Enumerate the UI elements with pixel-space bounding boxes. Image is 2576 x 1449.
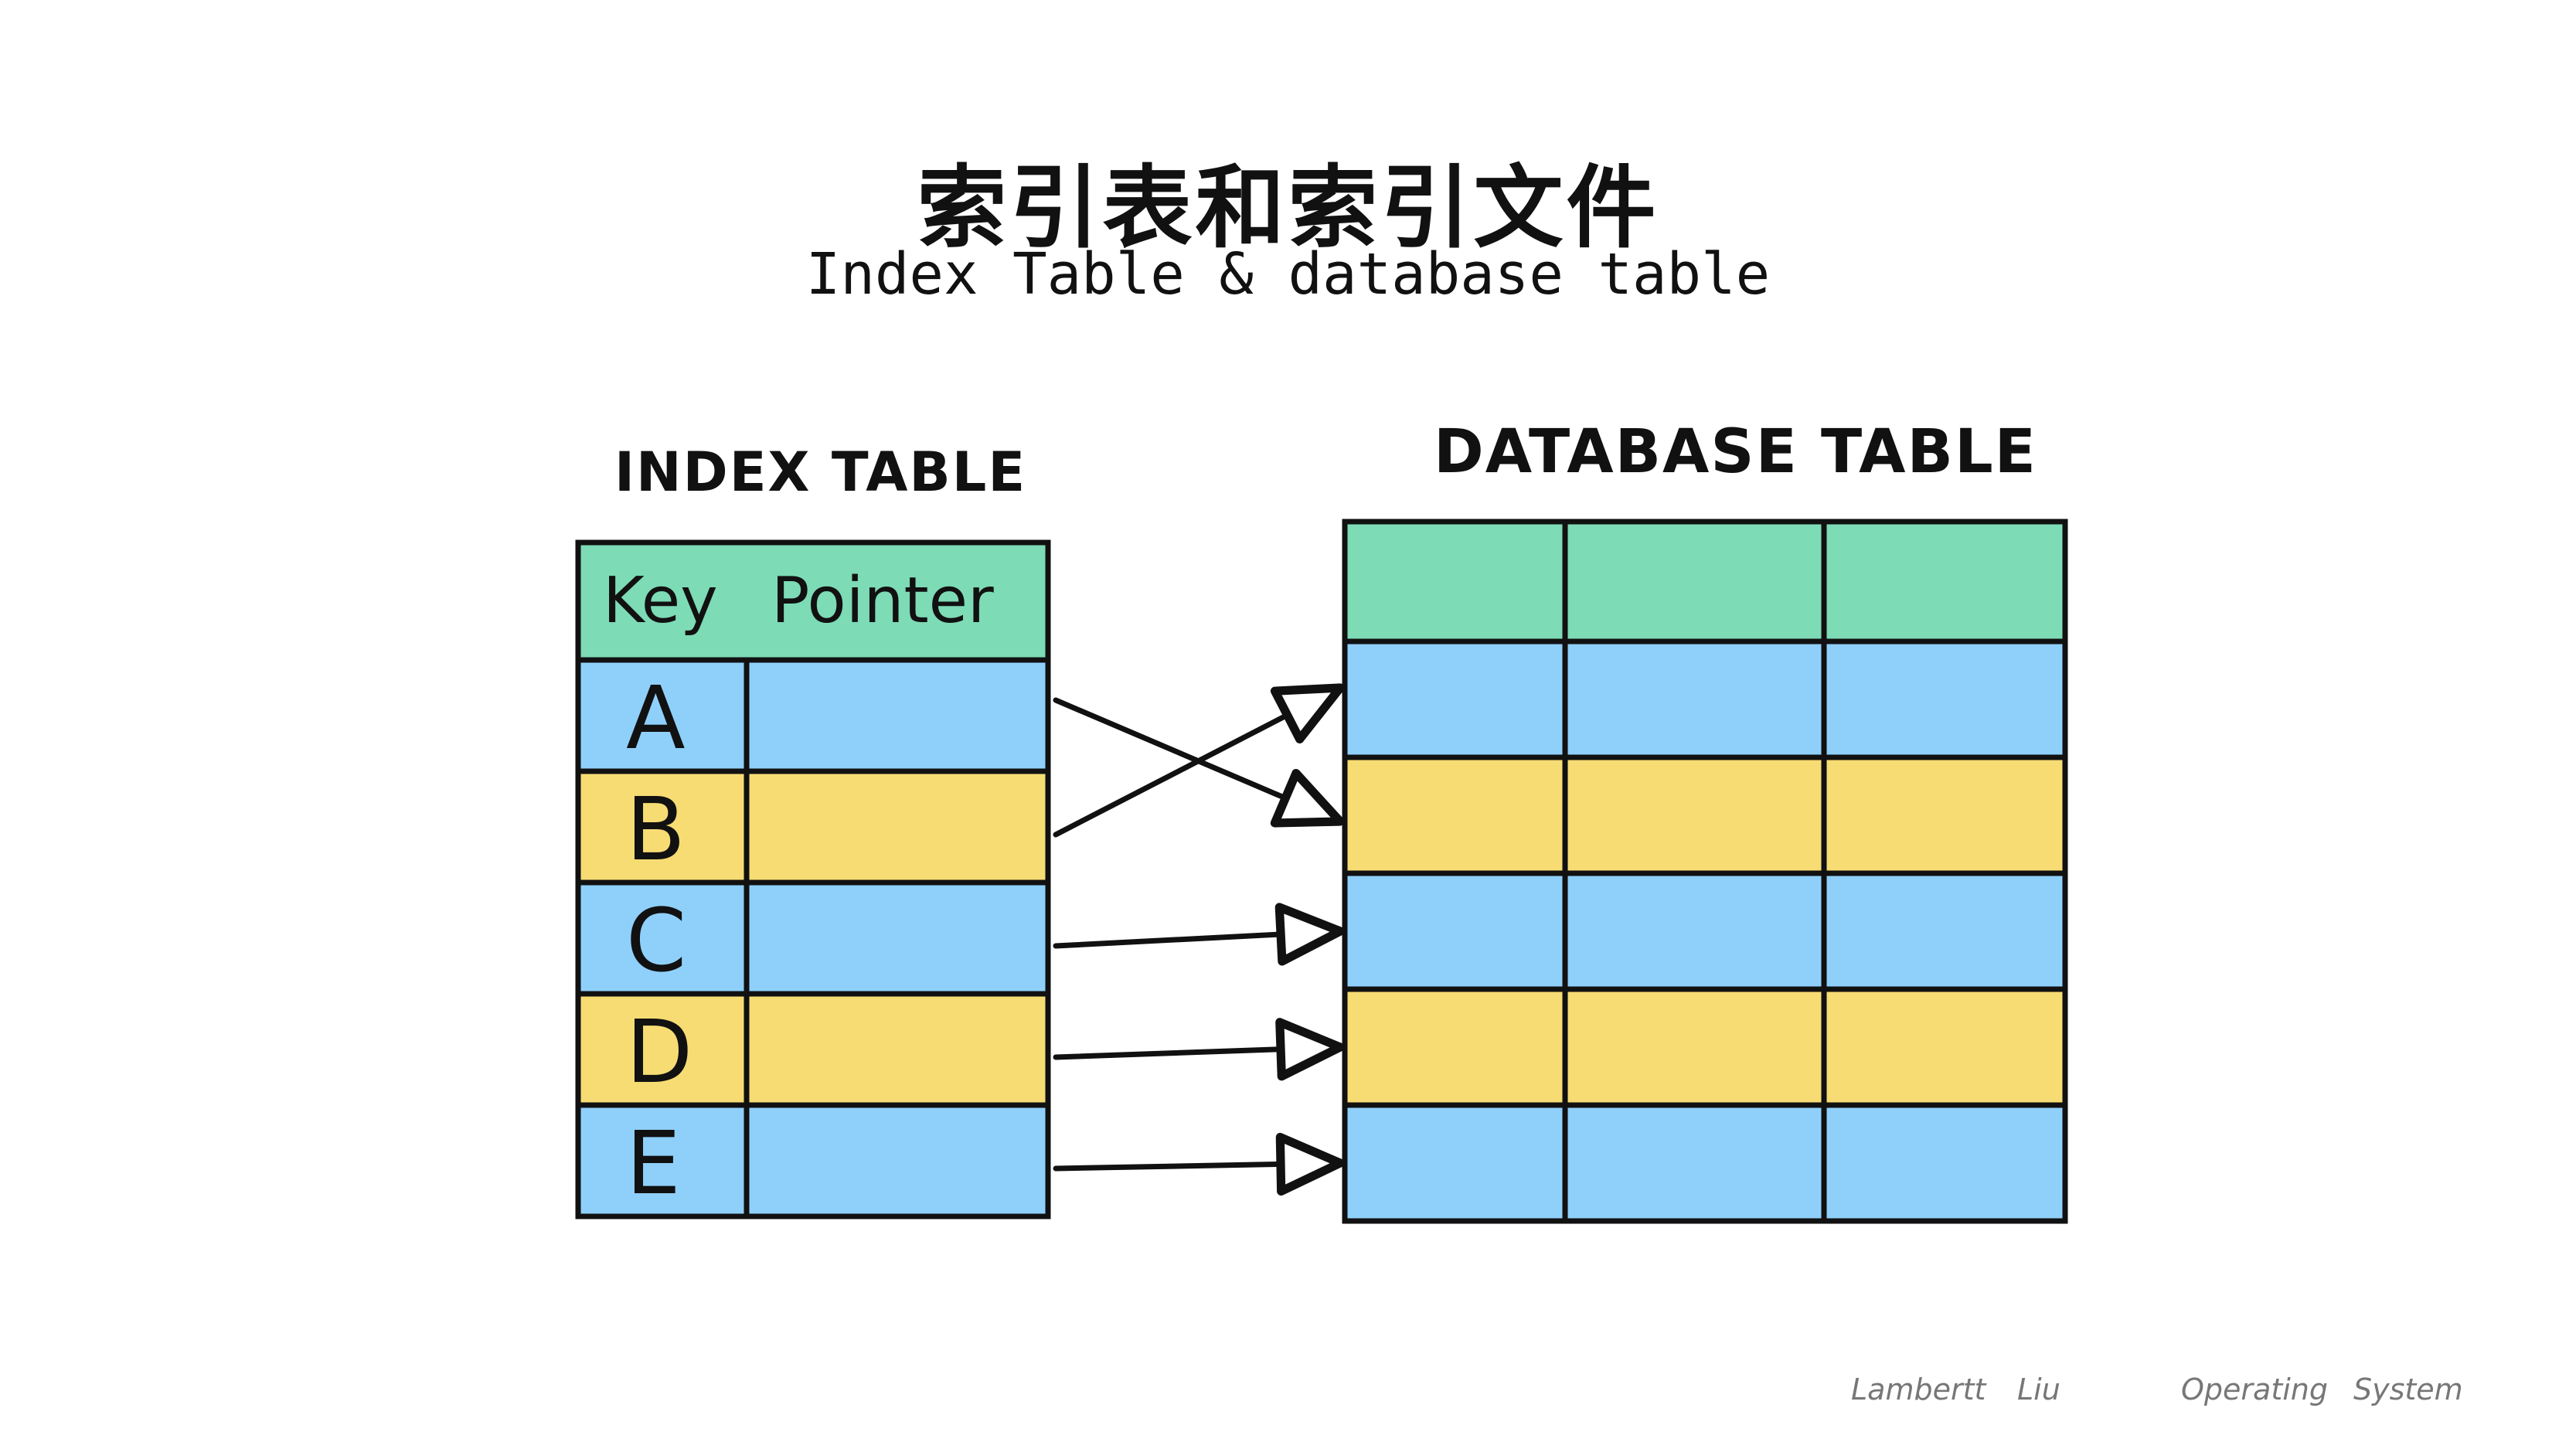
- index-key-d: D: [626, 1002, 692, 1103]
- db-cell: [1342, 870, 1568, 992]
- pointer-arrow-b: [1053, 683, 1345, 838]
- db-cell: [1342, 638, 1568, 760]
- footer-course-word-1: Operating: [2181, 1372, 2328, 1406]
- db-header-cell: [1342, 519, 1568, 645]
- footer-author-last-name: Liu: [2017, 1372, 2060, 1406]
- db-header-cell: [1562, 519, 1827, 645]
- db-cell: [1821, 986, 2068, 1108]
- index-pointer-cell: [744, 991, 1051, 1108]
- index-table: Key Pointer ABCDE: [575, 539, 1051, 1219]
- index-header-pointer: Pointer: [771, 564, 994, 638]
- index-pointer-cell: [744, 1102, 1051, 1219]
- index-pointer-cell: [744, 657, 1051, 774]
- db-cell: [1342, 754, 1568, 876]
- db-cell: [1562, 986, 1827, 1108]
- pointer-arrow-c: [1053, 903, 1345, 966]
- index-key-b: B: [626, 780, 686, 880]
- index-key-c: C: [626, 891, 686, 992]
- db-cell: [1342, 1102, 1568, 1224]
- db-cell: [1821, 1102, 2068, 1224]
- db-cell: [1562, 870, 1827, 992]
- footer-course-word-2: System: [2353, 1372, 2463, 1406]
- index-key-e: E: [626, 1114, 681, 1214]
- index-database-diagram: Key Pointer ABCDE: [575, 519, 2068, 1224]
- database-table: [1342, 519, 2068, 1224]
- index-pointer-cell: [744, 879, 1051, 997]
- db-cell: [1821, 638, 2068, 760]
- index-pointer-cell: [744, 768, 1051, 886]
- db-cell: [1821, 870, 2068, 992]
- pointer-arrows: [1053, 683, 1345, 1196]
- db-cell: [1562, 638, 1827, 760]
- db-cell: [1342, 986, 1568, 1108]
- db-cell: [1562, 754, 1827, 876]
- pointer-arrow-e: [1053, 1132, 1345, 1196]
- index-key-a: A: [626, 668, 686, 769]
- index-header-key: Key: [603, 564, 718, 638]
- db-cell: [1821, 754, 2068, 876]
- footer-author-first-name: Lambertt: [1851, 1372, 1986, 1406]
- db-header-cell: [1821, 519, 2068, 645]
- pointer-arrow-d: [1053, 1018, 1345, 1081]
- db-cell: [1562, 1102, 1827, 1224]
